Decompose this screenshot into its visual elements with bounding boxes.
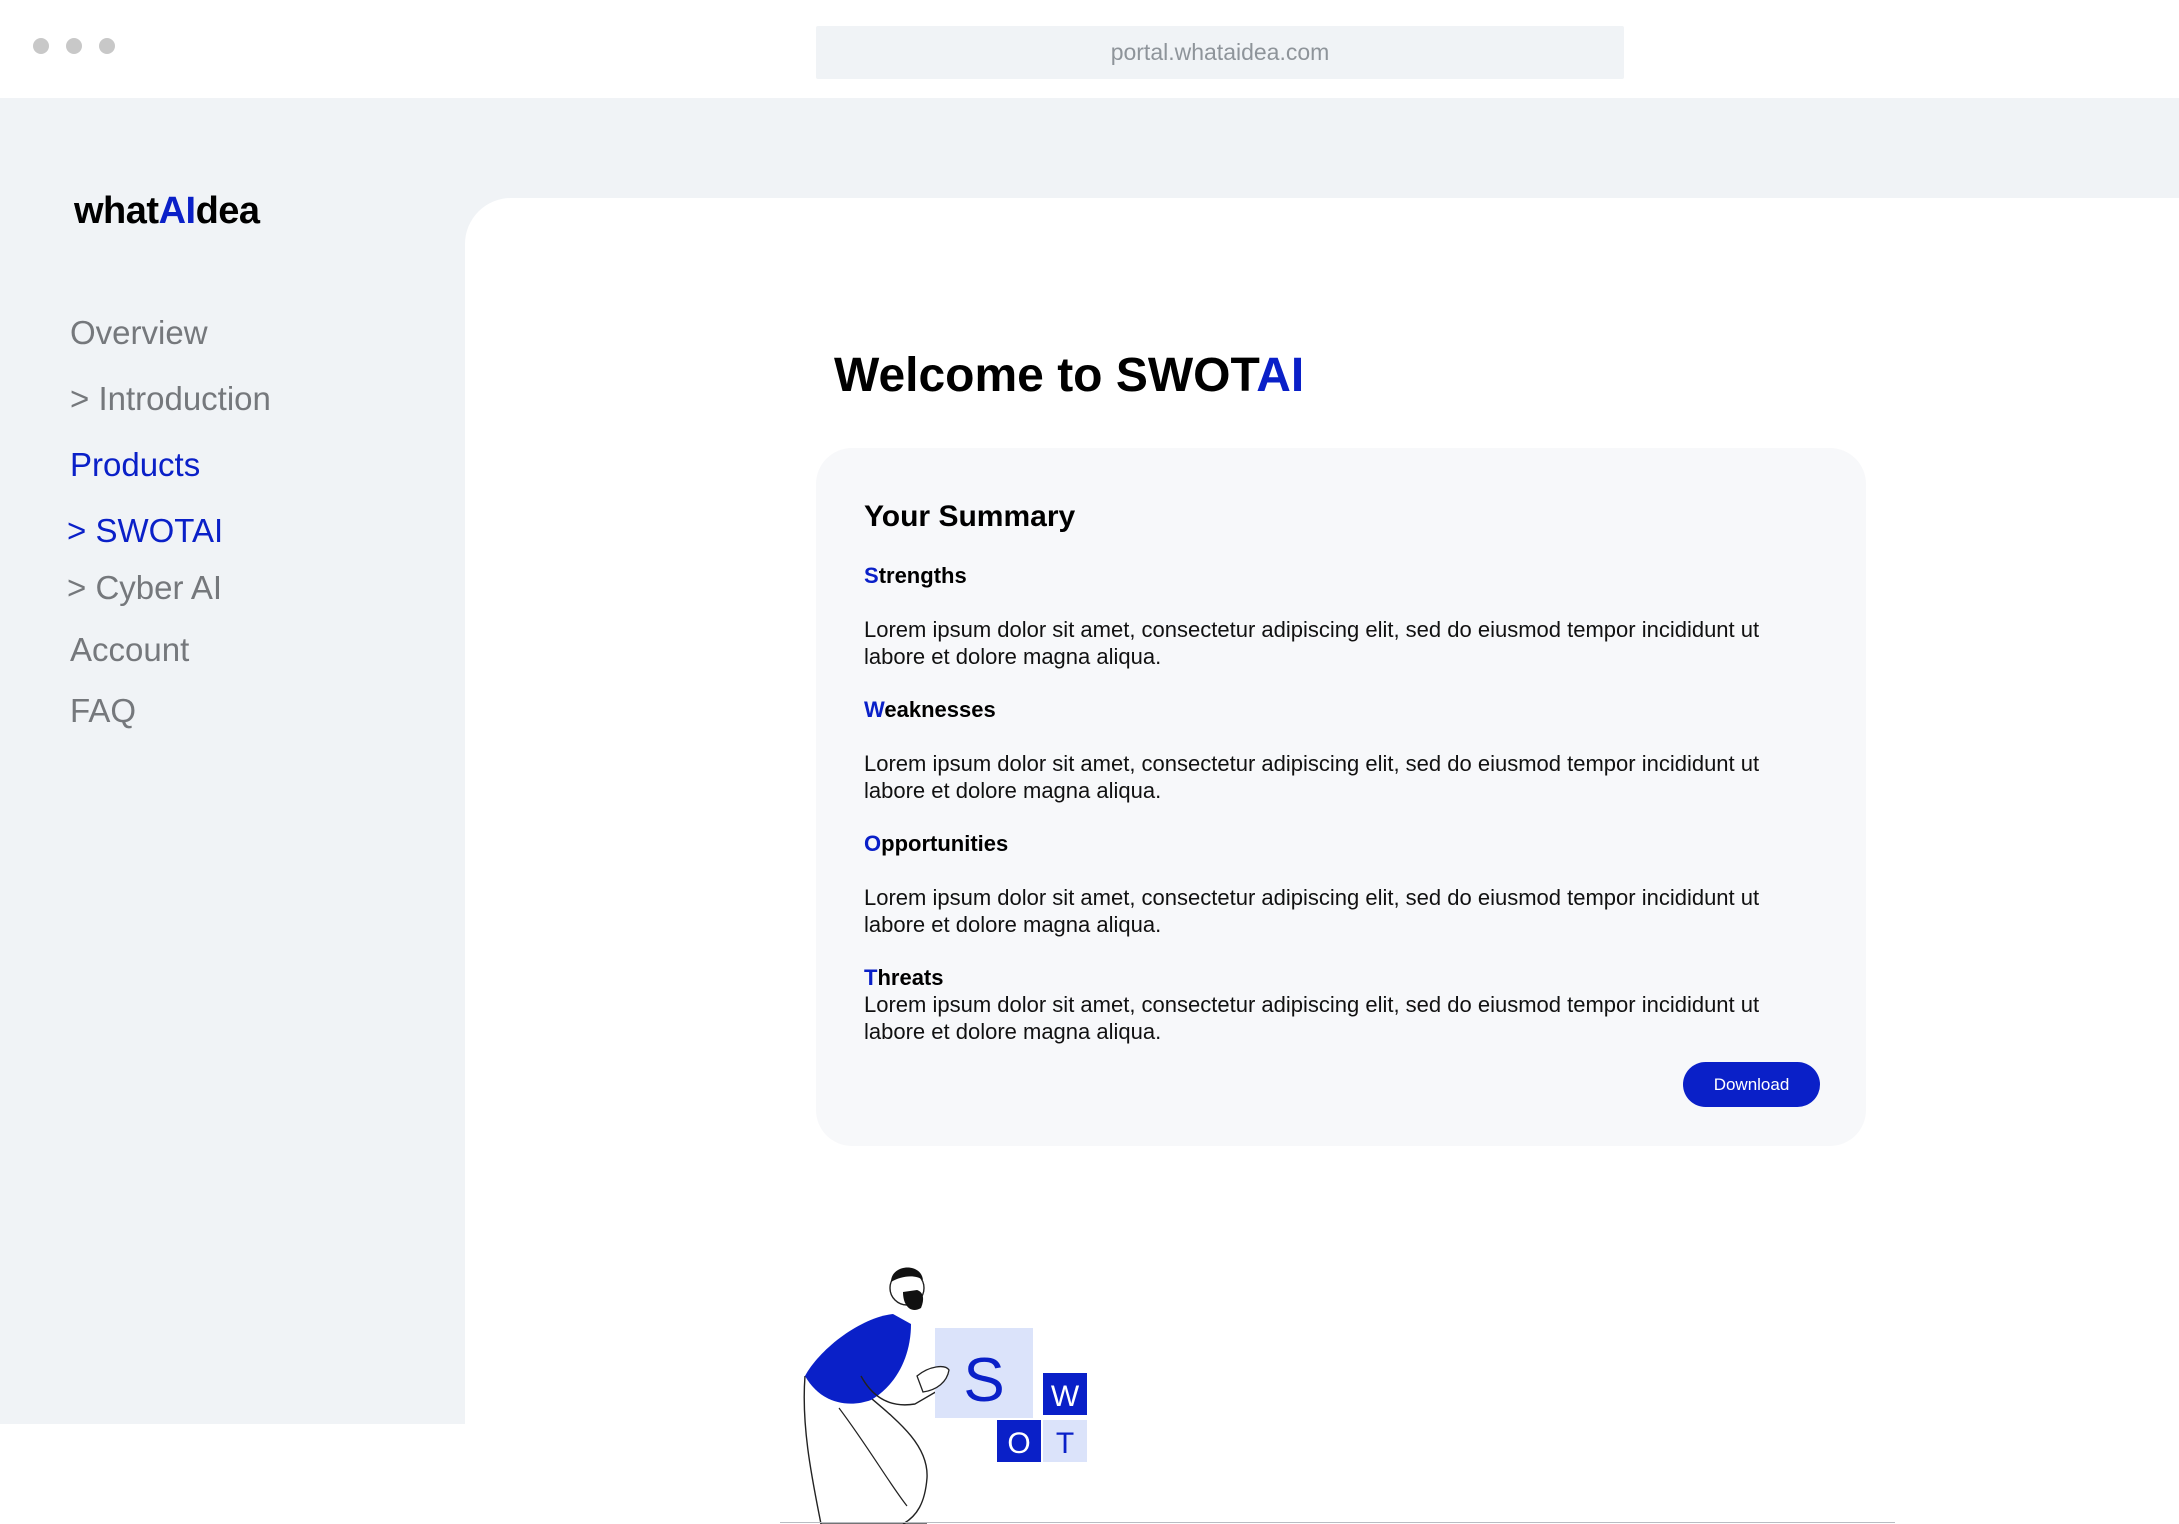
summary-card: Your Summary Strengths Lorem ipsum dolor… xyxy=(816,448,1866,1146)
sidebar-item-cyber-ai[interactable]: > Cyber AI xyxy=(67,569,222,607)
tile-o-letter: O xyxy=(1007,1427,1030,1460)
threats-rest: hreats xyxy=(877,965,944,990)
logo-suffix: dea xyxy=(195,190,260,232)
logo-prefix: what xyxy=(74,190,159,232)
sidebar-item-products[interactable]: Products xyxy=(70,446,200,484)
address-bar-url: portal.whataidea.com xyxy=(1110,39,1330,65)
page-title-accent: AI xyxy=(1256,349,1305,402)
app-container: whatAIdea Overview > Introduction Produc… xyxy=(0,98,2179,1524)
strengths-initial: S xyxy=(864,563,879,588)
tile-t-letter: T xyxy=(1056,1427,1074,1460)
page-title: Welcome to SWOTAI xyxy=(834,348,1304,403)
brand-logo[interactable]: whatAIdea xyxy=(74,190,260,233)
threats-initial: T xyxy=(864,965,878,990)
weaknesses-initial: W xyxy=(864,697,885,722)
person-shirt xyxy=(805,1314,911,1404)
opportunities-initial: O xyxy=(864,831,882,856)
sidebar-item-account[interactable]: Account xyxy=(70,631,189,669)
tile-s-letter: S xyxy=(963,1346,1004,1415)
threats-heading: Threats xyxy=(864,965,944,991)
summary-heading: Your Summary xyxy=(864,500,1076,533)
sidebar-item-overview[interactable]: Overview xyxy=(70,314,208,352)
threats-text: Lorem ipsum dolor sit amet, consectetur … xyxy=(864,992,1760,1044)
sidebar-item-faq[interactable]: FAQ xyxy=(70,692,136,730)
window-minimize-dot[interactable] xyxy=(66,38,82,54)
weaknesses-text: Lorem ipsum dolor sit amet, consectetur … xyxy=(864,751,1760,803)
sidebar-item-introduction[interactable]: > Introduction xyxy=(70,380,271,418)
weaknesses-rest: eaknesses xyxy=(884,697,996,722)
logo-accent: AI xyxy=(158,190,197,232)
weaknesses-heading: Weaknesses xyxy=(864,697,996,723)
ground-line xyxy=(780,1522,1895,1523)
strengths-heading: Strengths xyxy=(864,563,967,589)
opportunities-heading: Opportunities xyxy=(864,831,1008,857)
main-panel: Welcome to SWOTAI Your Summary Strengths… xyxy=(465,198,2179,1524)
sidebar-item-swotai[interactable]: > SWOTAI xyxy=(67,512,223,550)
opportunities-rest: pportunities xyxy=(881,831,1009,856)
page-title-prefix: Welcome to SWOT xyxy=(834,349,1257,402)
window-maximize-dot[interactable] xyxy=(99,38,115,54)
tile-w-letter: W xyxy=(1051,1380,1080,1413)
strengths-rest: trengths xyxy=(878,563,967,588)
opportunities-text: Lorem ipsum dolor sit amet, consectetur … xyxy=(864,885,1760,937)
window-close-dot[interactable] xyxy=(33,38,49,54)
browser-chrome: portal.whataidea.com xyxy=(0,0,2179,98)
swot-illustration: S W O T xyxy=(803,1267,1087,1524)
download-button[interactable]: Download xyxy=(1683,1062,1820,1107)
address-bar[interactable]: portal.whataidea.com xyxy=(816,26,1624,79)
strengths-text: Lorem ipsum dolor sit amet, consectetur … xyxy=(864,617,1760,669)
